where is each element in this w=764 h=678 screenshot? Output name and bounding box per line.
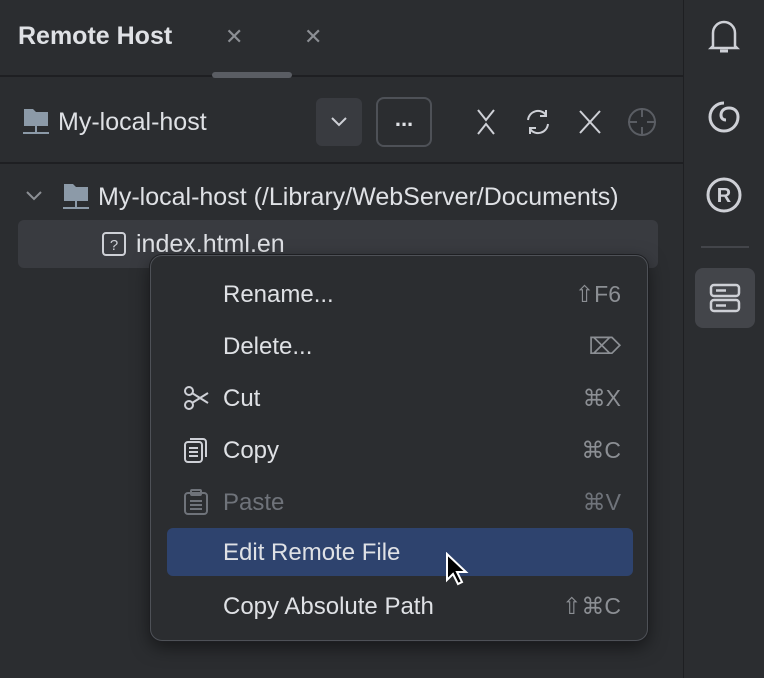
- mouse-cursor-icon: [446, 552, 469, 586]
- expand-chevron-icon[interactable]: [26, 190, 42, 202]
- tab-indicator: [212, 72, 292, 78]
- svg-text:R: R: [717, 185, 732, 207]
- menu-item-delete[interactable]: Delete... ⌦: [167, 322, 633, 370]
- menu-item-copy[interactable]: Copy ⌘C: [167, 426, 633, 474]
- menu-item-shortcut: ⌘X: [582, 385, 621, 411]
- server-folder-icon: [23, 109, 49, 134]
- panel-title: Remote Host: [18, 22, 173, 50]
- menu-item-shortcut: ⇧⌘C: [562, 593, 621, 619]
- menu-item-label: Copy Absolute Path: [223, 593, 434, 620]
- remote-host-tool-button[interactable]: [695, 268, 755, 328]
- copy-icon: [184, 438, 207, 463]
- notifications-bell-icon[interactable]: [704, 16, 744, 56]
- server-icon: [709, 283, 741, 313]
- unknown-file-icon: ?: [102, 232, 126, 256]
- right-tool-strip: R: [683, 0, 764, 678]
- more-options-button[interactable]: ...: [376, 97, 432, 147]
- menu-item-shortcut: ⌘V: [582, 489, 621, 515]
- menu-item-copy-absolute-path[interactable]: Copy Absolute Path ⇧⌘C: [167, 582, 633, 630]
- clipboard-icon: [184, 489, 208, 515]
- menu-item-paste: Paste ⌘V: [167, 478, 633, 526]
- menu-item-label: Copy: [223, 437, 280, 464]
- chevron-down-icon: [331, 117, 347, 127]
- server-folder-icon: [63, 184, 89, 209]
- tree-root-node[interactable]: My-local-host (/Library/WebServer/Docume…: [98, 183, 619, 212]
- locate-icon[interactable]: [626, 106, 658, 138]
- toolbar: My-local-host ...: [0, 79, 683, 164]
- svg-text:?: ?: [110, 237, 118, 254]
- close-tab-icon[interactable]: ✕: [225, 24, 243, 50]
- rust-r-icon[interactable]: R: [704, 175, 744, 215]
- panel-header: Remote Host ✕ ✕: [0, 0, 683, 78]
- scissors-icon: [184, 386, 209, 410]
- close-icon[interactable]: [574, 106, 606, 138]
- menu-item-cut[interactable]: Cut ⌘X: [167, 374, 633, 422]
- menu-item-edit-remote-file[interactable]: Edit Remote File: [167, 528, 633, 586]
- menu-item-rename[interactable]: Rename... ⇧F6: [167, 270, 633, 318]
- refresh-icon[interactable]: [522, 106, 554, 138]
- menu-item-label: Paste: [223, 489, 285, 516]
- menu-item-shortcut: ⌦: [588, 333, 621, 359]
- menu-item-label: Delete...: [223, 333, 313, 360]
- menu-item-label: Rename...: [223, 281, 334, 308]
- menu-item-label: Cut: [223, 385, 261, 412]
- collapse-icon[interactable]: [470, 106, 502, 138]
- context-menu: Rename... ⇧F6 Delete... ⌦ Cut ⌘X Copy ⌘C…: [150, 255, 648, 641]
- close-tab-icon[interactable]: ✕: [304, 24, 322, 50]
- menu-item-shortcut: ⌘C: [581, 437, 621, 463]
- menu-item-label: Edit Remote File: [223, 539, 401, 566]
- host-selector-label[interactable]: My-local-host: [58, 108, 207, 137]
- host-dropdown-button[interactable]: [316, 98, 362, 146]
- menu-item-shortcut: ⇧F6: [574, 281, 621, 307]
- strip-divider: [701, 246, 749, 248]
- ai-assistant-spiral-icon[interactable]: [704, 97, 744, 137]
